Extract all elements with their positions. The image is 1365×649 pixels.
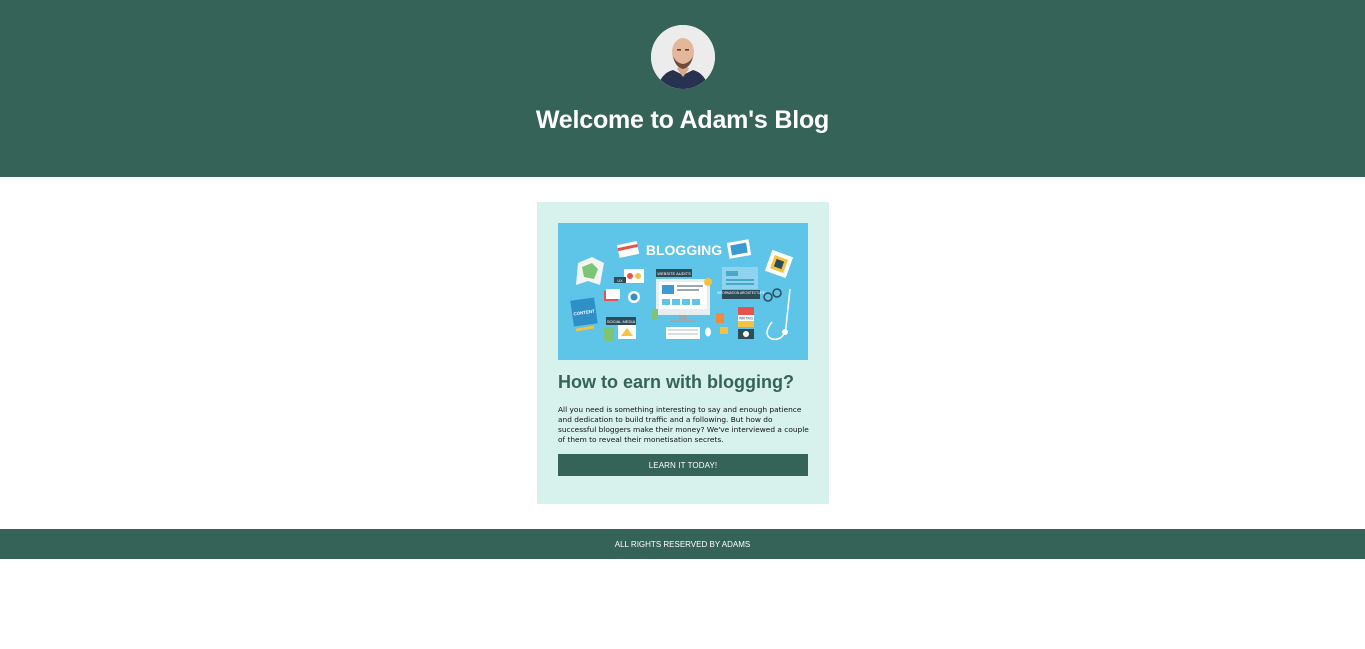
post-excerpt: All you need is something interesting to…: [558, 405, 809, 444]
svg-text:WEBSITE AUDITS: WEBSITE AUDITS: [657, 271, 691, 276]
blogging-illustration: BLOGGING UX WEBSITE AUDITS INFORMATION A…: [558, 223, 808, 360]
learn-it-today-button[interactable]: LEARN IT TODAY!: [558, 454, 808, 476]
svg-text:WRITING: WRITING: [739, 317, 753, 321]
post-title: How to earn with blogging?: [558, 372, 794, 392]
page-title: Welcome to Adam's Blog: [535, 106, 830, 134]
svg-text:INFORMATION ARCHITECTURE: INFORMATION ARCHITECTURE: [717, 291, 765, 295]
svg-text:SOCIAL MEDIA: SOCIAL MEDIA: [607, 319, 636, 324]
svg-text:UX: UX: [617, 279, 623, 283]
site-header: Welcome to Adam's Blog: [0, 0, 1365, 177]
blog-post-card: BLOGGING UX WEBSITE AUDITS INFORMATION A…: [537, 202, 829, 504]
footer-copyright: ALL RIGHTS RESERVED BY ADAMS: [614, 539, 751, 549]
author-avatar: [651, 25, 715, 89]
site-footer: ALL RIGHTS RESERVED BY ADAMS: [0, 529, 1365, 559]
illustration-title: BLOGGING: [646, 242, 722, 258]
